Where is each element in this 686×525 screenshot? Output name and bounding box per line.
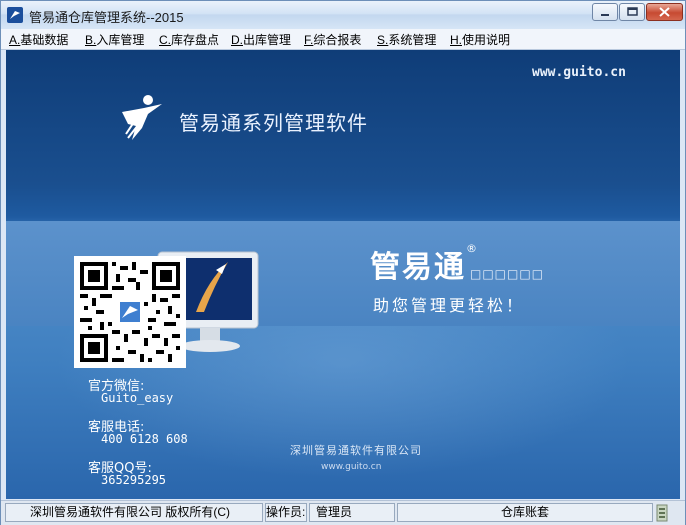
- status-account-set: 仓库账套: [397, 503, 653, 522]
- app-window: 管易通仓库管理系统--2015 A.基础数据 B.入库管理 C.库存盘点 D.出…: [0, 0, 686, 525]
- company-name-small: 深圳管易通软件有限公司: [290, 444, 422, 457]
- menu-bar: A.基础数据 B.入库管理 C.库存盘点 D.出库管理 F.综合报表 S.系统管…: [1, 29, 685, 50]
- series-title: 管易通系列管理软件: [179, 111, 368, 135]
- maximize-icon: [627, 7, 638, 16]
- title-bar[interactable]: 管易通仓库管理系统--2015: [1, 1, 685, 29]
- close-button[interactable]: [646, 3, 683, 21]
- website-url: www.guito.cn: [532, 65, 626, 80]
- menu-inventory-count[interactable]: C.库存盘点: [159, 31, 219, 48]
- resize-grip-icon[interactable]: [656, 504, 668, 522]
- menu-system[interactable]: S.系统管理: [377, 31, 436, 48]
- brand-figure-icon: [122, 95, 162, 140]
- menu-inbound[interactable]: B.入库管理: [85, 31, 144, 48]
- status-operator-label: 操作员:: [265, 503, 307, 522]
- brand-name: 管易通: [370, 250, 466, 285]
- app-logo-icon[interactable]: [7, 7, 23, 23]
- phone-value: 400 6128 608: [101, 432, 188, 446]
- minimize-button[interactable]: [592, 3, 618, 21]
- minimize-icon: [601, 14, 609, 16]
- window-title: 管易通仓库管理系统--2015: [29, 10, 184, 25]
- menu-outbound[interactable]: D.出库管理: [231, 31, 291, 48]
- qr-code: [74, 256, 186, 368]
- slogan: 助您管理更轻松！: [373, 296, 526, 315]
- menu-help[interactable]: H.使用说明: [450, 31, 510, 48]
- status-operator-value: 管理员: [309, 503, 395, 522]
- close-icon: [659, 7, 670, 17]
- qq-value: 365295295: [101, 473, 167, 487]
- status-bar: 深圳管易通软件有限公司 版权所有(C) 操作员: 管理员 仓库账套: [1, 500, 685, 525]
- status-copyright: 深圳管易通软件有限公司 版权所有(C): [5, 503, 263, 522]
- registered-mark: ®: [466, 242, 477, 255]
- menu-basic-data[interactable]: A.基础数据: [9, 31, 68, 48]
- maximize-button[interactable]: [619, 3, 645, 21]
- brand-suffix: □□□□□□: [470, 267, 545, 281]
- website-url-small: www.guito.cn: [321, 462, 382, 472]
- wechat-value: Guito_easy: [101, 391, 174, 405]
- splash-area: www.guito.cn 管易通系列管理软件 管易通 ® □□□□□□ 助您管理…: [6, 50, 680, 499]
- menu-reports[interactable]: F.综合报表: [304, 31, 361, 48]
